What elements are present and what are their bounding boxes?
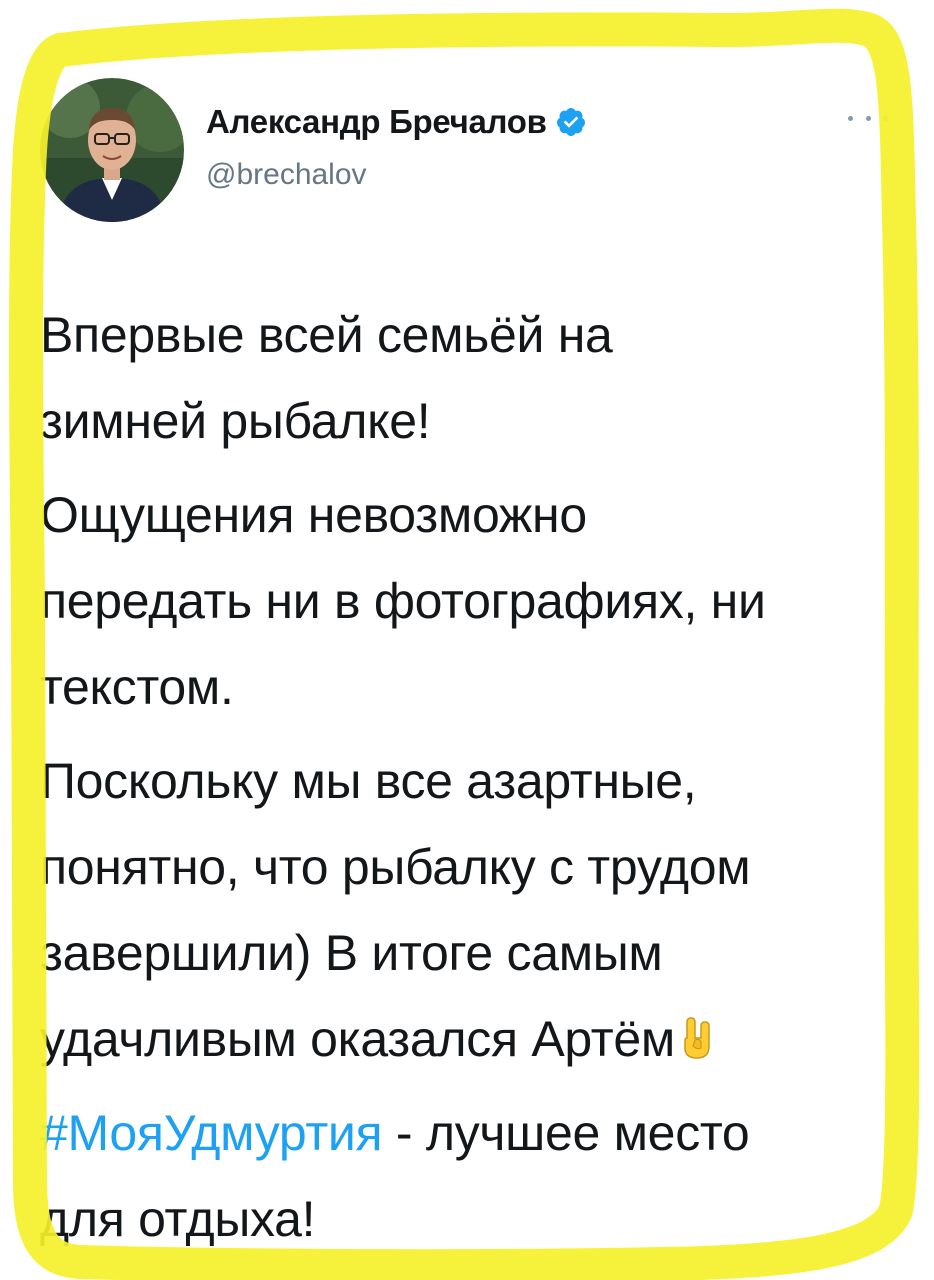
author-avatar[interactable] (40, 78, 184, 222)
text-line: зимней рыбалке! (40, 393, 431, 449)
author-name-row[interactable]: Александр Бречалов (206, 103, 587, 141)
text-line-content: удачливым оказался Артём (40, 1011, 675, 1067)
text-line: понятно, что рыбалку с трудом (40, 839, 751, 895)
text-line: Ощущения невозможно (40, 487, 587, 543)
text-line: передать ни в фотографиях, ни (40, 573, 766, 629)
more-dot (848, 115, 853, 121)
text-line: Поскольку мы все азартные, (40, 753, 697, 809)
rock-hand-emoji-icon (679, 1002, 719, 1059)
more-dot (883, 115, 888, 121)
tweet-paragraph: Поскольку мы все азартные, понятно, что … (40, 738, 880, 1082)
more-options-icon[interactable] (848, 108, 888, 128)
verified-badge-icon (555, 106, 587, 138)
text-line: удачливым оказался Артём (40, 996, 880, 1082)
text-line: завершили) В итоге самым (40, 925, 663, 981)
text-line: текстом. (40, 659, 234, 715)
avatar-photo (40, 78, 184, 222)
text-line: Впервые всей семьёй на (40, 307, 613, 363)
author-handle[interactable]: @brechalov (206, 158, 367, 192)
text-line: для отдыха! (40, 1191, 316, 1247)
more-dot (865, 115, 871, 121)
tweet-card[interactable]: Александр Бречалов @brechalov Впервые вс… (0, 0, 934, 1280)
tweet-text: Впервые всей семьёй на зимней рыбалке! О… (40, 292, 880, 1262)
tweet-paragraph: #МояУдмуртия - лучшее место для отдыха! (40, 1090, 880, 1262)
tweet-paragraph: Ощущения невозможно передать ни в фотогр… (40, 472, 880, 730)
tweet-paragraph: Впервые всей семьёй на зимней рыбалке! (40, 292, 880, 464)
hashtag-link[interactable]: #МояУдмуртия (40, 1105, 383, 1161)
text-line: #МояУдмуртия - лучшее место (40, 1090, 880, 1176)
author-display-name[interactable]: Александр Бречалов (206, 103, 547, 141)
screenshot: Александр Бречалов @brechalov Впервые вс… (0, 0, 934, 1280)
text-after-hashtag: - лучшее место (382, 1105, 750, 1161)
